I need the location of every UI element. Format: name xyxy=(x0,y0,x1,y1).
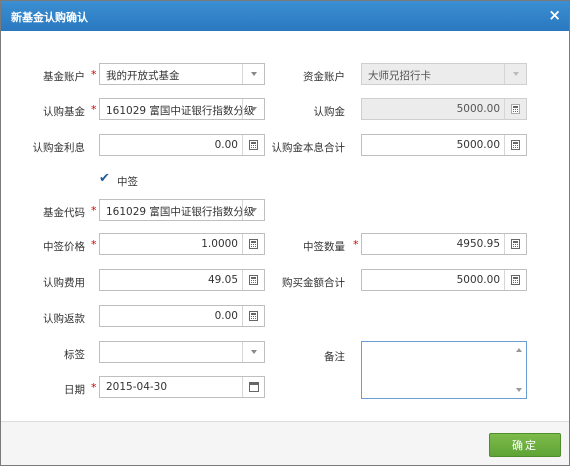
calculator-icon[interactable] xyxy=(504,234,526,254)
tag-select[interactable] xyxy=(99,341,265,363)
required-mark: * xyxy=(91,103,97,116)
purchase-total-label: 购买金额合计 xyxy=(282,277,345,289)
remark-label: 备注 xyxy=(324,351,345,363)
calculator-icon[interactable] xyxy=(504,270,526,290)
fund-account-select[interactable]: 我的开放式基金 xyxy=(99,63,265,85)
won-price-value: 1.0000 xyxy=(201,238,238,250)
won-quantity-input[interactable]: 4950.95 xyxy=(361,233,527,255)
chevron-down-icon[interactable] xyxy=(242,200,264,220)
subscribe-fund-select[interactable]: 161029 富国中证银行指数分级 xyxy=(99,98,265,120)
required-mark: * xyxy=(353,238,359,251)
cash-account-value: 大师兄招行卡 xyxy=(368,70,431,82)
won-lottery-label: 中签 xyxy=(117,176,138,188)
subscribe-refund-value: 0.00 xyxy=(214,310,238,322)
required-mark: * xyxy=(91,381,97,394)
calculator-icon[interactable] xyxy=(242,306,264,326)
required-mark: * xyxy=(91,238,97,251)
scroll-down-icon[interactable] xyxy=(516,388,522,392)
subscribe-interest-value: 0.00 xyxy=(214,139,238,151)
fund-account-value: 我的开放式基金 xyxy=(106,70,180,82)
subscribe-refund-label: 认购返款 xyxy=(43,313,85,325)
textarea-scrollbar[interactable] xyxy=(513,343,525,397)
subscribe-amount-input[interactable]: 5000.00 xyxy=(361,98,527,120)
close-icon[interactable]: × xyxy=(548,6,561,24)
subscribe-amount-value: 5000.00 xyxy=(456,103,500,115)
subscribe-fund-value: 161029 富国中证银行指数分级 xyxy=(106,105,255,117)
dialog-title: 新基金认购确认 xyxy=(11,11,88,24)
subscribe-interest-input[interactable]: 0.00 xyxy=(99,134,265,156)
calculator-icon[interactable] xyxy=(504,135,526,155)
won-price-label: 中签价格 xyxy=(43,241,85,253)
calculator-icon[interactable] xyxy=(504,99,526,119)
dialog-footer xyxy=(1,422,569,465)
fund-account-label: 基金账户 xyxy=(43,71,85,83)
date-value: 2015-04-30 xyxy=(106,381,168,393)
subscribe-amount-label: 认购金 xyxy=(313,106,346,118)
fund-code-value: 161029 富国中证银行指数分级 xyxy=(106,206,255,218)
principal-interest-total-input[interactable]: 5000.00 xyxy=(361,134,527,156)
purchase-total-value: 5000.00 xyxy=(456,274,500,286)
fund-code-select[interactable]: 161029 富国中证银行指数分级 xyxy=(99,199,265,221)
required-mark: * xyxy=(91,204,97,217)
principal-interest-total-label: 认购金本息合计 xyxy=(271,142,346,154)
subscribe-refund-input[interactable]: 0.00 xyxy=(99,305,265,327)
cash-account-label: 资金账户 xyxy=(303,71,345,83)
subscribe-fee-value: 49.05 xyxy=(207,274,238,286)
tag-label: 标签 xyxy=(64,349,85,361)
scroll-up-icon[interactable] xyxy=(516,348,522,352)
dialog-titlebar: 新基金认购确认 × xyxy=(1,1,569,31)
won-price-input[interactable]: 1.0000 xyxy=(99,233,265,255)
chevron-down-icon[interactable] xyxy=(504,64,526,84)
date-label: 日期 xyxy=(64,384,85,396)
won-quantity-value: 4950.95 xyxy=(456,238,500,250)
subscribe-fee-input[interactable]: 49.05 xyxy=(99,269,265,291)
subscribe-fund-label: 认购基金 xyxy=(43,106,85,118)
principal-interest-total-value: 5000.00 xyxy=(456,139,500,151)
cash-account-select[interactable]: 大师兄招行卡 xyxy=(361,63,527,85)
won-lottery-checkbox[interactable]: ✔ xyxy=(99,172,111,185)
date-input[interactable]: 2015-04-30 xyxy=(99,376,265,398)
required-mark: * xyxy=(91,68,97,81)
purchase-total-input[interactable]: 5000.00 xyxy=(361,269,527,291)
calendar-icon[interactable] xyxy=(242,377,264,397)
subscription-dialog: 新基金认购确认 × 基金账户 * 我的开放式基金 资金账户 大师兄招行卡 认购基… xyxy=(0,0,570,466)
subscribe-fee-label: 认购费用 xyxy=(43,277,85,289)
fund-code-label: 基金代码 xyxy=(43,207,85,219)
subscribe-interest-label: 认购金利息 xyxy=(32,142,86,154)
remark-textarea[interactable] xyxy=(361,341,527,399)
confirm-button[interactable]: 确定 xyxy=(489,433,561,457)
won-quantity-label: 中签数量 xyxy=(303,241,345,253)
